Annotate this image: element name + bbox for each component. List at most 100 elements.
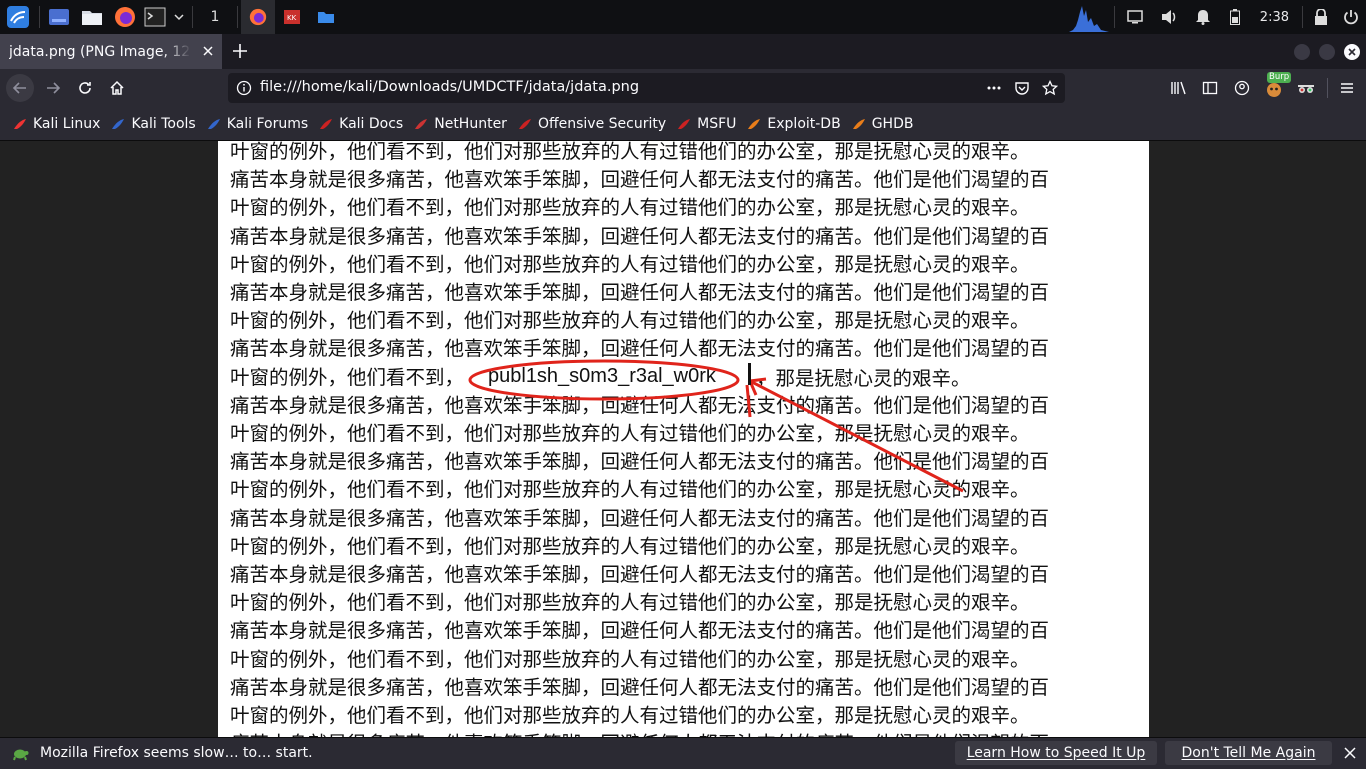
back-arrow-icon <box>12 82 26 94</box>
bookmark-offensive-security[interactable]: Offensive Security <box>517 112 666 136</box>
image-text-line: 叶窗的例外，他们看不到，他们对那些放弃的人有过错他们的办公室，那是抚慰心灵的艰辛… <box>230 141 1030 163</box>
bookmark-star-icon[interactable] <box>1042 80 1058 96</box>
maximize-window-button[interactable] <box>1319 44 1335 60</box>
notification-bar: Mozilla Firefox seems slow… to… start. L… <box>0 737 1366 769</box>
back-button[interactable] <box>6 74 34 102</box>
bookmark-kali-linux[interactable]: Kali Linux <box>12 112 100 136</box>
image-text-line: 叶窗的例外，他们看不到，他们对那些放弃的人有过错他们的办公室，那是抚慰心灵的艰辛… <box>230 196 1030 220</box>
battery-icon[interactable] <box>1220 0 1250 34</box>
jdata-png-image: 叶窗的例外，他们看不到，他们对那些放弃的人有过错他们的办公室，那是抚慰心灵的艰辛… <box>218 141 1149 737</box>
image-text-line: 叶窗的例外，他们看不到，他们对那些放弃的人有过错他们的办公室，那是抚慰心灵的艰辛… <box>230 704 1030 727</box>
taskbar-firefox-window[interactable] <box>241 0 275 34</box>
extension-button[interactable] <box>1295 77 1317 99</box>
reload-icon <box>79 82 91 94</box>
bookmark-label: Offensive Security <box>537 115 667 132</box>
image-text-line: 痛苦本身就是很多痛苦，他喜欢笨手笨脚，回避任何人都无法支付的痛苦。他们是他们渴望… <box>230 675 1050 699</box>
library-button[interactable] <box>1168 77 1190 99</box>
clock[interactable]: 2:38 <box>1250 10 1299 25</box>
nethunter-icon <box>413 116 429 132</box>
image-text-line: 叶窗的例外，他们看不到，他们对那些放弃的人有过错他们的办公室，那是抚慰心灵的艰辛… <box>230 591 1030 615</box>
image-text-line: 痛苦本身就是很多痛苦，他喜欢笨手笨脚，回避任何人都无法支付的痛苦。他们是他们渴望… <box>230 393 1050 417</box>
minimize-window-button[interactable] <box>1294 44 1310 60</box>
image-text-line: 痛苦本身就是很多痛苦，他喜欢笨手笨脚，回避任何人都无法支付的痛苦。他们是他们渴望… <box>230 730 1049 737</box>
bookmark-label: MSFU <box>697 115 737 132</box>
reload-button[interactable] <box>74 77 96 99</box>
image-text-line: 痛苦本身就是很多痛苦，他喜欢笨手笨脚，回避任何人都无法支付的痛苦。他们是他们渴望… <box>230 563 1050 586</box>
taskbar-separator <box>1302 6 1303 28</box>
bookmark-kali-tools[interactable]: Kali Tools <box>110 112 196 136</box>
bookmark-ghdb[interactable]: GHDB <box>851 112 913 136</box>
flag-text: publ1sh_s0m3_r3al_w0rk <box>486 365 718 388</box>
bookmark-exploit-db[interactable]: Exploit-DB <box>746 112 841 136</box>
flag-line-tail: ，那是抚慰心灵的艰辛。 <box>756 367 971 390</box>
home-icon <box>110 80 124 95</box>
kali-forums-icon <box>206 116 222 132</box>
power-icon[interactable] <box>1336 0 1366 34</box>
show-desktop-icon[interactable] <box>43 0 75 34</box>
cpu-graph-icon <box>1067 0 1111 34</box>
tab-title: jdata.png (PNG Image, 1276 <box>9 43 191 60</box>
sidebar-button[interactable] <box>1199 77 1221 99</box>
bookmark-nethunter[interactable]: NetHunter <box>413 112 507 136</box>
page-actions-icon[interactable] <box>986 80 1002 96</box>
bookmark-label: Kali Docs <box>339 115 404 132</box>
notification-message: Mozilla Firefox seems slow… to… start. <box>40 745 313 761</box>
offsec-icon <box>517 116 533 132</box>
bookmark-kali-forums[interactable]: Kali Forums <box>206 112 308 136</box>
dont-tell-again-button[interactable]: Don't Tell Me Again <box>1165 741 1332 765</box>
forward-button[interactable] <box>42 77 64 99</box>
msfu-icon <box>676 116 692 132</box>
bookmark-kali-docs[interactable]: Kali Docs <box>318 112 403 136</box>
system-tray: 2:38 <box>1067 0 1366 34</box>
close-tab-icon[interactable] <box>200 43 216 59</box>
terminal-launcher-icon[interactable] <box>141 0 169 34</box>
image-text-line: 叶窗的例外，他们看不到，他们对那些放弃的人有过错他们的办公室，那是抚慰心灵的艰辛… <box>230 252 1030 276</box>
learn-speed-up-button[interactable]: Learn How to Speed It Up <box>955 741 1157 765</box>
workspace-switcher[interactable]: 1 <box>196 0 234 34</box>
os-taskbar: 1 KK 2:38 <box>0 0 1366 34</box>
bookmark-msfu[interactable]: MSFU <box>676 112 736 136</box>
account-icon <box>1234 80 1250 96</box>
home-button[interactable] <box>106 77 128 99</box>
image-text-line: 叶窗的例外，他们看不到， <box>230 365 465 389</box>
close-notification-icon[interactable] <box>1343 746 1357 760</box>
cursor-mark <box>748 363 751 385</box>
firefox-launcher-icon[interactable] <box>109 0 141 34</box>
image-text-line: 叶窗的例外，他们看不到，他们对那些放弃的人有过错他们的办公室，那是抚慰心灵的艰辛… <box>230 534 1030 558</box>
navigation-toolbar: file:///home/kali/Downloads/UMDCTF/jdata… <box>0 69 1366 107</box>
bookmark-label: Kali Tools <box>131 115 196 132</box>
burp-extension-button[interactable]: Burp <box>1263 72 1292 99</box>
display-icon[interactable] <box>1118 0 1152 34</box>
pocket-icon[interactable] <box>1014 80 1030 96</box>
taskbar-folder-window[interactable] <box>309 0 343 34</box>
svg-text:KK: KK <box>287 14 297 22</box>
launcher-dropdown-icon[interactable] <box>169 0 189 34</box>
image-text-line: 痛苦本身就是很多痛苦，他喜欢笨手笨脚，回避任何人都无法支付的痛苦。他们是他们渴望… <box>230 168 1050 192</box>
tab-jdata-png[interactable]: jdata.png (PNG Image, 1276 <box>0 34 222 69</box>
bookmark-label: Kali Linux <box>33 115 101 132</box>
volume-icon[interactable] <box>1152 0 1186 34</box>
image-text-line: 痛苦本身就是很多痛苦，他喜欢笨手笨脚，回避任何人都无法支付的痛苦。他们是他们渴望… <box>230 619 1050 643</box>
image-text-line: 叶窗的例外，他们看不到，他们对那些放弃的人有过错他们的办公室，那是抚慰心灵的艰辛… <box>230 309 1030 333</box>
ghdb-icon <box>851 116 867 132</box>
kali-menu-icon[interactable] <box>0 0 36 34</box>
close-window-button[interactable] <box>1344 44 1360 60</box>
file-manager-icon[interactable] <box>75 0 109 34</box>
tab-strip: jdata.png (PNG Image, 1276 <box>0 34 1366 69</box>
kali-tools-icon <box>110 116 126 132</box>
url-text[interactable]: file:///home/kali/Downloads/UMDCTF/jdata… <box>260 79 639 95</box>
taskbar-separator <box>192 6 193 28</box>
forward-arrow-icon <box>47 82 61 94</box>
image-text-line: 叶窗的例外，他们看不到，他们对那些放弃的人有过错他们的办公室，那是抚慰心灵的艰辛… <box>230 647 1030 671</box>
lock-screen-icon[interactable] <box>1306 0 1336 34</box>
notifications-bell-icon[interactable] <box>1186 0 1220 34</box>
app-menu-button[interactable] <box>1336 77 1358 99</box>
new-tab-icon[interactable] <box>230 41 250 61</box>
hamburger-menu-icon <box>1341 83 1353 93</box>
url-bar[interactable]: file:///home/kali/Downloads/UMDCTF/jdata… <box>228 73 1065 103</box>
image-text-line: 痛苦本身就是很多痛苦，他喜欢笨手笨脚，回避任何人都无法支付的痛苦。他们是他们渴望… <box>230 224 1050 248</box>
image-text-line: 痛苦本身就是很多痛苦，他喜欢笨手笨脚，回避任何人都无法支付的痛苦。他们是他们渴望… <box>230 506 1050 530</box>
taskbar-app-window[interactable]: KK <box>275 0 309 34</box>
account-button[interactable] <box>1231 77 1253 99</box>
page-info-icon[interactable] <box>236 80 252 96</box>
